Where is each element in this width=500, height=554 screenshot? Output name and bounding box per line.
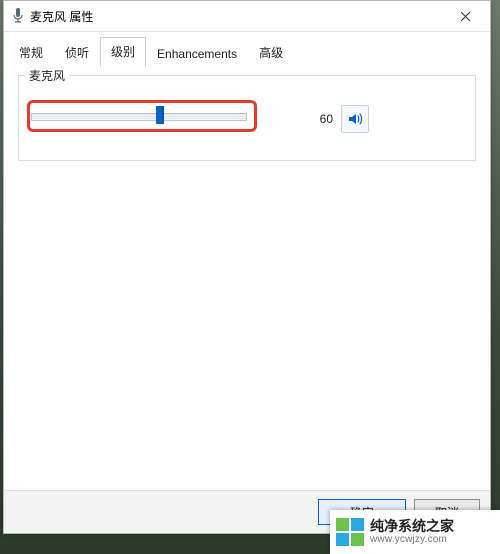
- watermark-text: 纯净系统之家 www.ycwjzy.com: [370, 518, 454, 546]
- close-button[interactable]: [444, 2, 486, 30]
- watermark-line1: 纯净系统之家: [370, 518, 454, 534]
- microphone-icon: [12, 8, 24, 24]
- level-slider[interactable]: [31, 104, 247, 134]
- titlebar: 麦克风 属性: [4, 1, 490, 32]
- speaker-on-icon: [347, 111, 363, 127]
- groupbox-label: 麦克风: [25, 67, 69, 84]
- watermark-line2: www.ycwjzy.com: [370, 534, 454, 546]
- microphone-groupbox: 麦克风 60: [18, 75, 476, 161]
- properties-dialog: 麦克风 属性 常规 侦听 级别 Enhancements 高级 麦克风 60: [3, 0, 491, 534]
- mute-button[interactable]: [341, 105, 369, 133]
- level-slider-row: 60: [31, 104, 463, 134]
- watermark-banner: 纯净系统之家 www.ycwjzy.com: [330, 510, 500, 554]
- slider-thumb[interactable]: [156, 106, 164, 124]
- slider-track: [31, 113, 247, 121]
- tab-levels[interactable]: 级别: [100, 37, 146, 67]
- close-icon: [460, 11, 471, 22]
- tab-body: 麦克风 60: [8, 61, 486, 491]
- level-value: 60: [275, 112, 333, 126]
- watermark-logo-icon: [336, 518, 364, 546]
- dialog-title: 麦克风 属性: [30, 8, 444, 25]
